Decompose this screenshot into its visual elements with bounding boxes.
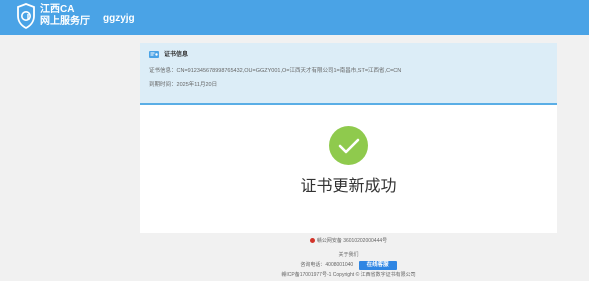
jiangxi-ca-logo-icon xyxy=(17,3,35,29)
success-check-icon xyxy=(329,126,368,165)
success-message: 证书更新成功 xyxy=(300,178,397,195)
top-header: 江西CA 网上服务厅 ggzyjg xyxy=(0,0,589,35)
certificate-icon xyxy=(149,51,159,58)
certificate-expiry-label: 到期时间： xyxy=(149,82,177,88)
online-service-button[interactable]: 在线客服 xyxy=(358,261,397,270)
police-badge-icon xyxy=(309,238,315,244)
copyright-text: 赣ICP备17001977号-1 Copyright © 江西省数字证书有限公司 xyxy=(281,272,416,278)
hotline-label: 咨询电话： xyxy=(300,262,326,268)
brand-name-line1: 江西CA xyxy=(40,4,75,15)
hotline-number: 4008001040 xyxy=(325,262,354,268)
about-us-link[interactable]: 关于我们 xyxy=(338,252,358,258)
certificate-info-panel: 证书信息 证书信息：CN=91234567899876543​2,OU=GGZY… xyxy=(140,43,557,105)
certificate-subject-value: CN=91234567899876543​2,OU=GGZY001,O=江西天才… xyxy=(176,68,402,74)
certificate-subject-row: 证书信息：CN=91234567899876543​2,OU=GGZY001,O… xyxy=(149,67,401,75)
result-panel: 证书更新成功 xyxy=(140,105,557,233)
about-row: 关于我们 xyxy=(140,252,557,259)
police-record-link[interactable]: 赣公网安备 36010202000444号 xyxy=(317,238,387,244)
police-record-row: 赣公网安备 36010202000444号 xyxy=(140,238,557,245)
certificate-subject-label: 证书信息： xyxy=(149,68,177,74)
certificate-expiry-value: 2025年11月20日 xyxy=(176,82,218,88)
username-label: ggzyjg xyxy=(103,13,135,24)
certificate-expiry-row: 到期时间：2025年11月20日 xyxy=(149,81,217,89)
brand-name-line2: 网上服务厅 xyxy=(40,16,90,27)
certificate-info-title: 证书信息 xyxy=(164,52,189,58)
contact-row: 咨询电话：4008001040 在线客服 xyxy=(140,261,557,270)
